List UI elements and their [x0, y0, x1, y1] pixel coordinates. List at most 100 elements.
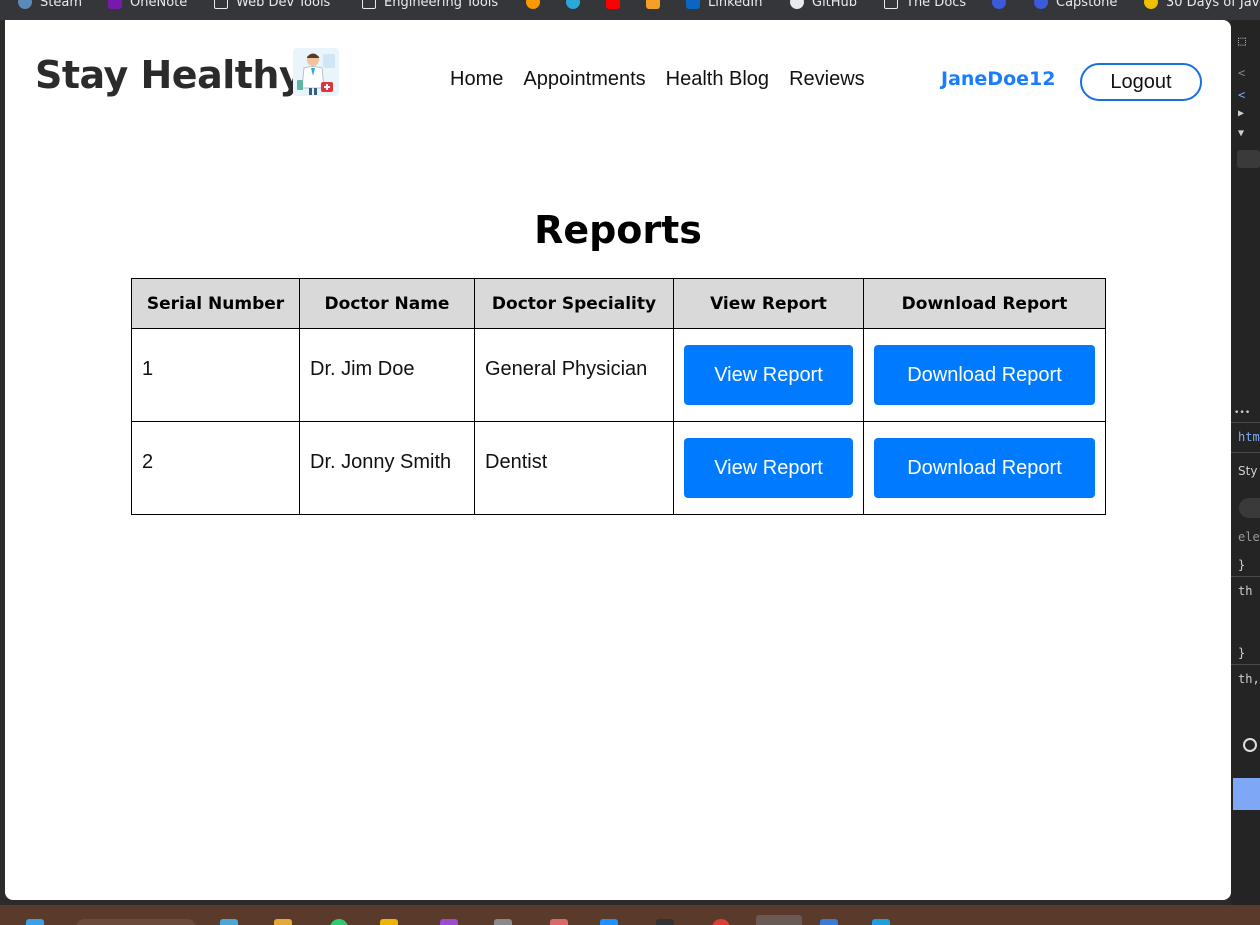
doctor-logo-icon: [293, 48, 339, 96]
taskbar-app-icon[interactable]: [380, 919, 398, 925]
cell-serial: 1: [131, 328, 300, 422]
devtools-panel[interactable]: ⬚ < < ▶ ▼ ••• htm Sty ele } th } th,: [1231, 20, 1260, 905]
devtools-line: <: [1238, 66, 1246, 80]
download-report-button[interactable]: Download Report: [874, 438, 1095, 498]
expand-arrow-icon[interactable]: ▶: [1238, 108, 1244, 119]
serial-number: 2: [142, 450, 154, 473]
header-download-report: Download Report: [863, 278, 1106, 329]
table-row: 1 Dr. Jim Doe General Physician View Rep…: [131, 328, 1106, 422]
navbar: Stay Healthy Home Appointments Health Bl…: [5, 20, 1231, 140]
bookmark-youtube[interactable]: [606, 0, 628, 11]
cell-view: View Report: [673, 328, 864, 422]
devtools-line: }: [1238, 646, 1246, 660]
reports-table: Serial Number Doctor Name Doctor Special…: [131, 278, 1106, 515]
doctor-speciality: General Physician: [485, 357, 648, 380]
taskbar-app-icon[interactable]: [872, 919, 890, 925]
bookmark-steam[interactable]: Steam: [18, 0, 82, 11]
filter-input[interactable]: [1239, 498, 1260, 518]
taskbar-app-icon[interactable]: [274, 919, 292, 925]
username-label[interactable]: JaneDoe12: [941, 68, 1055, 90]
bookmark-label: LinkedIn: [708, 0, 763, 10]
windows-start-icon[interactable]: [26, 919, 44, 925]
divider: [1231, 422, 1260, 423]
bookmark-github[interactable]: GitHub: [790, 0, 857, 11]
taskbar-app-icon[interactable]: [712, 919, 730, 925]
taskbar-app-icon[interactable]: [220, 919, 238, 925]
taskbar-app-icon[interactable]: [440, 919, 458, 925]
c-icon: [992, 0, 1006, 9]
taskbar-app-icon[interactable]: [550, 919, 568, 925]
header-serial-number: Serial Number: [131, 278, 300, 329]
taskbar: [0, 905, 1260, 925]
taskbar-app-icon[interactable]: [494, 919, 512, 925]
cell-serial: 2: [131, 421, 300, 515]
taskbar-search[interactable]: [76, 919, 196, 925]
taskbar-active-app[interactable]: [756, 915, 802, 925]
table-row: 2 Dr. Jonny Smith Dentist View Report Do…: [131, 421, 1106, 515]
nav-link-home[interactable]: Home: [450, 68, 503, 91]
nav-link-health-blog[interactable]: Health Blog: [666, 68, 769, 91]
cell-download: Download Report: [863, 328, 1106, 422]
bookmark-c[interactable]: [992, 0, 1014, 11]
view-report-button[interactable]: View Report: [684, 438, 853, 498]
ellipsis-icon[interactable]: •••: [1234, 408, 1250, 418]
cell-download: Download Report: [863, 421, 1106, 515]
nav-links: Home Appointments Health Blog Reviews: [450, 68, 885, 91]
table-header-row: Serial Number Doctor Name Doctor Special…: [131, 278, 1106, 329]
taskbar-app-icon[interactable]: [330, 919, 348, 925]
radio-icon[interactable]: [1243, 738, 1257, 752]
devtools-line: ele: [1238, 530, 1260, 544]
download-report-button[interactable]: Download Report: [874, 345, 1095, 405]
taskbar-app-icon[interactable]: [656, 919, 674, 925]
page-title: Reports: [534, 208, 702, 252]
bookmark-amazon[interactable]: [526, 0, 548, 11]
bookmarks-bar: Steam OneNote Web Dev Tools Engineering …: [0, 0, 1260, 20]
divider: [1231, 664, 1260, 665]
cell-speciality: General Physician: [474, 328, 674, 422]
breadcrumb-html[interactable]: htm: [1238, 430, 1260, 444]
folder-icon: [362, 0, 376, 9]
js-icon: [1144, 0, 1158, 9]
steam-icon: [18, 0, 32, 9]
bookmark-30days[interactable]: 30 Days of Jav: [1144, 0, 1259, 11]
devtools-line: th: [1238, 584, 1253, 598]
bookmark-folder-engineering[interactable]: Engineering Tools: [362, 0, 498, 11]
bookmark-folder-docs[interactable]: The Docs: [884, 0, 966, 11]
serial-number: 1: [142, 357, 154, 380]
bookmark-chat[interactable]: [566, 0, 588, 11]
divider: [1231, 576, 1260, 577]
tab-styles[interactable]: Sty: [1238, 464, 1257, 478]
bookmark-label: Web Dev Tools: [236, 0, 331, 10]
bookmark-folder-webdev[interactable]: Web Dev Tools: [214, 0, 330, 11]
doctor-name: Dr. Jonny Smith: [310, 450, 452, 473]
cell-view: View Report: [673, 421, 864, 515]
page-viewport: Stay Healthy Home Appointments Health Bl…: [5, 20, 1231, 900]
select-element-icon[interactable]: ⬚: [1238, 34, 1246, 49]
chat-icon: [566, 0, 580, 9]
bookmark-label: Capstone: [1056, 0, 1118, 10]
cell-doctor: Dr. Jim Doe: [299, 328, 475, 422]
nav-link-appointments[interactable]: Appointments: [523, 68, 645, 91]
devtools-line: <: [1238, 88, 1246, 102]
bookmark-label: Steam: [40, 0, 82, 10]
collapse-arrow-icon[interactable]: ▼: [1238, 128, 1244, 139]
bookmark-item[interactable]: [646, 0, 668, 11]
header-doctor-speciality: Doctor Speciality: [474, 278, 674, 329]
logout-button[interactable]: Logout: [1080, 63, 1202, 101]
taskbar-app-icon[interactable]: [600, 919, 618, 925]
doctor-name: Dr. Jim Doe: [310, 357, 415, 380]
bookmark-onenote[interactable]: OneNote: [108, 0, 187, 11]
view-report-button[interactable]: View Report: [684, 345, 853, 405]
box-model-icon[interactable]: [1233, 778, 1260, 810]
folder-icon: [214, 0, 228, 9]
bookmark-label: The Docs: [906, 0, 967, 10]
header-view-report: View Report: [673, 278, 864, 329]
onenote-icon: [108, 0, 122, 9]
folder-icon: [884, 0, 898, 9]
taskbar-app-icon[interactable]: [820, 919, 838, 925]
bookmark-label: GitHub: [812, 0, 858, 10]
bookmark-capstone[interactable]: Capstone: [1034, 0, 1117, 11]
brand-title[interactable]: Stay Healthy: [35, 53, 304, 97]
bookmark-linkedin[interactable]: LinkedIn: [686, 0, 762, 11]
nav-link-reviews[interactable]: Reviews: [789, 68, 865, 91]
